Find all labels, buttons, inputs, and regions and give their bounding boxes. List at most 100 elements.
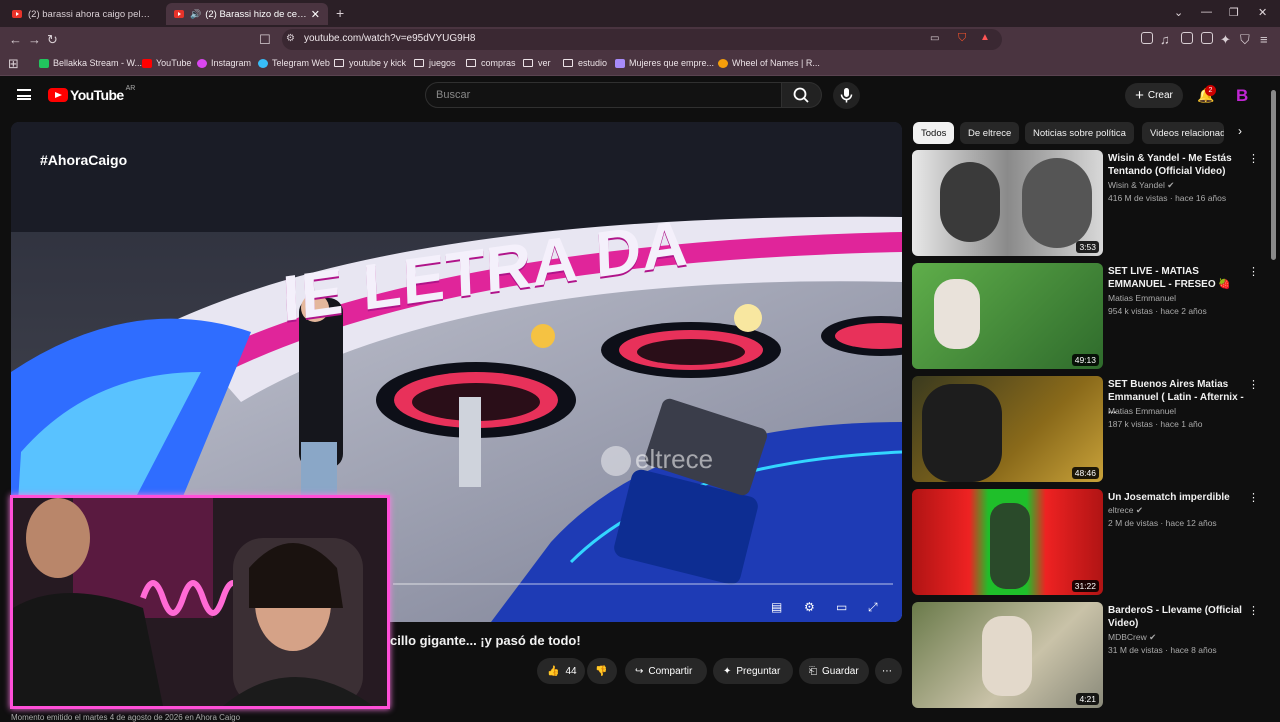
maximize-icon[interactable]: ❐ [1229,6,1239,19]
save-button[interactable]: ⎗ Guardar [799,658,869,684]
more-horizontal-icon: ⋯ [882,665,892,677]
page-scrollbar[interactable] [1271,90,1276,260]
view-meta: 954 k vistas · hace 2 años [1108,306,1207,316]
view-meta: 187 k vistas · hace 1 año [1108,419,1203,429]
chip-todos[interactable]: Todos [913,122,955,144]
bookmark-label: Wheel of Names | R... [732,58,820,68]
close-tab-icon[interactable]: ✕ [311,8,320,21]
channel-name[interactable]: Wisin & Yandel ✔ [1108,180,1174,191]
video-thumbnail[interactable]: 31:22 [912,489,1103,595]
view-meta: 31 M de vistas · hace 8 años [1108,645,1217,655]
extensions-icon[interactable] [1141,32,1153,44]
chip-noticias-politica[interactable]: Noticias sobre política [1025,122,1134,144]
brave-shield-icon[interactable]: ⛉ [958,32,966,45]
minimize-icon[interactable]: — [1201,6,1212,18]
bookmark-folder[interactable]: juegos [414,58,456,68]
reload-icon[interactable]: ↻ [47,32,58,48]
vpn-icon[interactable]: ⛉ [1240,32,1250,48]
more-vertical-icon[interactable]: ⋮ [1248,152,1259,165]
search-icon [793,87,809,103]
description-preview: Momento emitido el martes 4 de agosto de… [11,713,241,722]
hamburger-menu-icon[interactable] [17,89,31,100]
channel-label: MDBCrew [1108,632,1147,642]
more-vertical-icon[interactable]: ⋮ [1248,604,1259,617]
theater-mode-icon[interactable]: ▭ [836,600,847,614]
search-button[interactable] [782,82,822,108]
sidebar-icon[interactable] [1181,32,1193,44]
music-icon[interactable]: ♫ [1160,32,1170,47]
leo-ai-icon[interactable]: ✦ [1220,32,1231,48]
back-icon[interactable]: ← [9,32,22,47]
more-vertical-icon[interactable]: ⋮ [1248,378,1259,391]
bookmark-item[interactable]: Wheel of Names | R... [718,58,820,68]
bookmark-item[interactable]: Mujeres que empre... [615,58,714,68]
rewards-icon[interactable]: ▲ [980,32,990,43]
chip-de-eltrece[interactable]: De eltrece [960,122,1020,144]
bookmark-item[interactable]: Bellakka Stream - W... [39,58,142,68]
ask-button[interactable]: ✦ Preguntar [713,658,793,684]
verified-icon: ✔ [1135,505,1144,515]
recommendation-item[interactable]: 49:13 SET LIVE - MATIAS EMMANUEL - FRESE… [912,263,1267,371]
recommendation-item[interactable]: 4:21 BarderoS - Llevame (Official Video)… [912,602,1267,710]
wallet-icon[interactable] [1201,32,1213,44]
bookmark-folder[interactable]: compras [466,58,516,68]
channel-name[interactable]: eltrece ✔ [1108,505,1143,516]
browser-tab-active[interactable]: 🔊 (2) Barassi hizo de celestino, l ✕ [166,3,328,25]
bookmark-folder[interactable]: ver [523,58,551,68]
site-info-icon[interactable]: ⚙ [286,33,295,44]
voice-search-button[interactable] [833,82,860,109]
chevron-right-icon[interactable]: › [1238,124,1242,138]
search-input[interactable]: Buscar [425,82,782,108]
browser-tab[interactable]: (2) barassi ahora caigo pela - YouTube [4,3,162,25]
bookmark-item[interactable]: YouTube [142,58,191,68]
video-thumbnail[interactable]: 3:53 [912,150,1103,256]
progress-bar[interactable] [393,583,893,585]
more-actions-button[interactable]: ⋯ [875,658,902,684]
watermark-text: eltrece [635,444,714,474]
bookmark-item[interactable]: Instagram [197,58,251,68]
settings-gear-icon[interactable]: ⚙ [804,600,815,614]
more-vertical-icon[interactable]: ⋮ [1248,265,1259,278]
recommendation-title[interactable]: BarderoS - Llevame (Official Video) [1108,604,1248,630]
channel-name[interactable]: MDBCrew ✔ [1108,632,1156,643]
menu-icon[interactable]: ≡ [1260,32,1268,47]
share-button[interactable]: ↪ Compartir [625,658,707,684]
recommendation-item[interactable]: 3:53 Wisin & Yandel - Me Estás Tentando … [912,150,1267,258]
create-button[interactable]: + Crear [1125,83,1183,108]
video-thumbnail[interactable]: 48:46 [912,376,1103,482]
close-window-icon[interactable]: ✕ [1258,6,1267,19]
recommendation-title[interactable]: SET LIVE - MATIAS EMMANUEL - FRESEO 🍓 [1108,265,1248,291]
recommendation-item[interactable]: 31:22 Un Josematch imperdible eltrece ✔ … [912,489,1267,597]
cast-icon[interactable]: ▭ [930,33,939,44]
video-thumbnail[interactable]: 4:21 [912,602,1103,708]
tab-list-icon[interactable]: ⌄ [1174,6,1183,19]
like-button[interactable]: 👍 44 [537,658,585,684]
bookmark-icon[interactable]: ☐ [259,32,271,48]
bookmark-label: Instagram [211,58,252,68]
url-field[interactable]: ⚙ youtube.com/watch?v=e95dVYUG9H8 ▭ ⛉ ▲ [282,29,1002,50]
ask-label: Preguntar [736,665,781,677]
forward-icon[interactable]: → [28,32,41,47]
dislike-button[interactable]: 👎 [587,658,617,684]
bookmark-folder[interactable]: youtube y kick [334,58,406,68]
new-tab-icon[interactable]: + [336,5,344,21]
recommendation-item[interactable]: 48:46 SET Buenos Aires Matias Emmanuel (… [912,376,1267,484]
apps-grid-icon[interactable]: ⊞ [8,56,19,72]
telegram-icon [258,58,268,68]
video-thumbnail[interactable]: 49:13 [912,263,1103,369]
avatar[interactable]: B [1236,86,1248,106]
folder-icon [414,59,424,67]
subtitles-icon[interactable]: ▤ [771,600,782,614]
chip-videos-relacionados[interactable]: Videos relacionad [1142,122,1224,144]
channel-name[interactable]: Matias Emmanuel [1108,406,1176,416]
thumbnail-figure [940,162,1000,242]
fullscreen-icon[interactable]: ⤢ [868,600,878,615]
recommendation-title[interactable]: Wisin & Yandel - Me Estás Tentando (Offi… [1108,152,1248,178]
address-bar-row: ← → ↻ ☐ ⚙ youtube.com/watch?v=e95dVYUG9H… [0,27,1280,53]
recommendation-title[interactable]: Un Josematch imperdible [1108,491,1248,504]
channel-name[interactable]: Matias Emmanuel [1108,293,1176,303]
bookmark-folder[interactable]: estudio [563,58,607,68]
youtube-logo[interactable]: YouTube AR [48,85,135,103]
bookmark-item[interactable]: Telegram Web [258,58,330,68]
more-vertical-icon[interactable]: ⋮ [1248,491,1259,504]
